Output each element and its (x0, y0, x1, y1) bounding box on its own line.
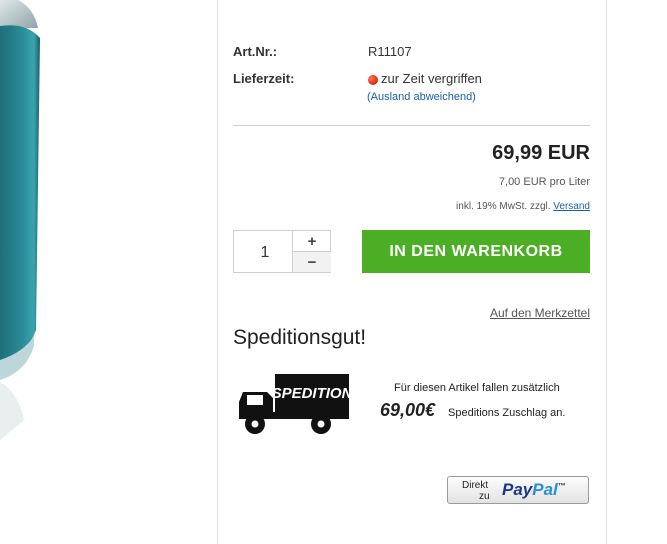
truck-label: SPEDITION (272, 385, 353, 402)
wishlist-link[interactable]: Auf den Merkzettel (490, 306, 590, 320)
art-nr-label: Art.Nr.: (233, 44, 278, 59)
delivery-abroad-link[interactable]: (Ausland abweichend) (367, 91, 476, 103)
shipping-link[interactable]: Versand (553, 201, 590, 212)
spedition-notice-line2: Speditions Zuschlag an. (448, 407, 566, 419)
art-nr-value: R11107 (368, 44, 412, 59)
quantity-input[interactable] (234, 231, 296, 274)
product-image (0, 0, 60, 544)
spedition-title: Speditionsgut! (233, 326, 367, 349)
quantity-decrease-button[interactable]: − (293, 252, 331, 272)
status-dot-icon (368, 75, 378, 85)
tax-note: inkl. 19% MwSt. zzgl. Versand (456, 201, 590, 212)
paypal-logo-tm: ™ (557, 481, 566, 491)
add-to-cart-button[interactable]: IN DEN WARENKORB (362, 230, 590, 273)
paypal-direkt-text: Direkt (462, 480, 489, 491)
paypal-zu-text: zu (479, 491, 490, 502)
spedition-notice-line1: Für diesen Artikel fallen zusätzlich (394, 382, 560, 394)
unit-price: 7,00 EUR pro Liter (498, 176, 590, 188)
paypal-logo-pay: Pay (502, 480, 533, 499)
paypal-logo: PayPal™ (502, 480, 566, 500)
paypal-logo-pal: Pal (532, 480, 558, 499)
panel-border-right (606, 0, 607, 544)
delivery-status: zur Zeit vergriffen (381, 71, 482, 86)
panel-border-left (217, 0, 218, 544)
delivery-label: Lieferzeit: (233, 71, 295, 86)
paypal-express-button[interactable]: Direkt zu PayPal™ (447, 476, 589, 504)
truck-icon: SPEDITION (237, 372, 354, 436)
quantity-increase-button[interactable]: + (293, 231, 331, 252)
tax-note-text: inkl. 19% MwSt. zzgl. (456, 201, 551, 212)
spedition-amount: 69,00€ (380, 400, 436, 420)
divider (233, 125, 590, 126)
price: 69,99 EUR (492, 142, 590, 164)
quantity-stepper: + − (233, 230, 331, 274)
